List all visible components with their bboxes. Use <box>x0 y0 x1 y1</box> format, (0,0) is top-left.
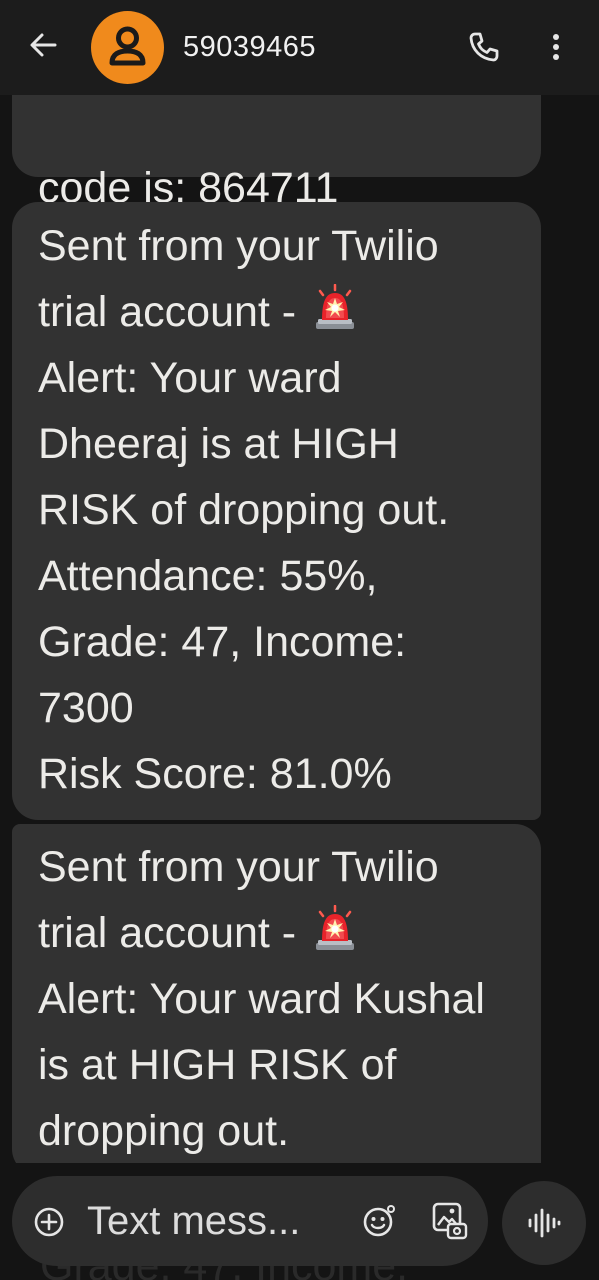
message-text: Sent from your Twilio trial account - <box>38 843 439 957</box>
person-icon <box>109 26 146 66</box>
conversation-header: 59039465 <box>0 0 599 95</box>
compose-field[interactable]: Text mess... <box>12 1176 488 1266</box>
arrow-back-icon[interactable] <box>26 28 60 62</box>
message-bubble[interactable]: Sent from your Twilio trial account - Al… <box>12 202 541 820</box>
emoji-icon[interactable] <box>362 1204 396 1238</box>
conversation-screen: code is: 864711 Sent from your Twilio tr… <box>0 0 599 1280</box>
gallery-icon[interactable] <box>431 1201 469 1241</box>
more-vert-icon[interactable] <box>542 30 570 64</box>
police-light-emoji <box>316 905 355 950</box>
message-list[interactable]: code is: 864711 Sent from your Twilio tr… <box>0 0 599 1175</box>
message-text: Alert: Your ward Kushal is at HIGH RISK … <box>38 975 485 1155</box>
voice-icon[interactable] <box>502 1181 586 1265</box>
contact-name[interactable]: 59039465 <box>183 31 316 64</box>
police-light-emoji <box>316 284 355 329</box>
avatar[interactable] <box>91 11 164 84</box>
message-bubble[interactable]: Sent from your Twilio trial account - Al… <box>12 824 541 1175</box>
message-input[interactable]: Text mess... <box>87 1195 337 1247</box>
message-text: Alert: Your ward Dheeraj is at HIGH RISK… <box>38 354 450 798</box>
message-text: Sent from your Twilio trial account - <box>38 222 439 336</box>
add-circle-icon[interactable] <box>33 1206 65 1238</box>
phone-icon[interactable] <box>466 30 500 64</box>
